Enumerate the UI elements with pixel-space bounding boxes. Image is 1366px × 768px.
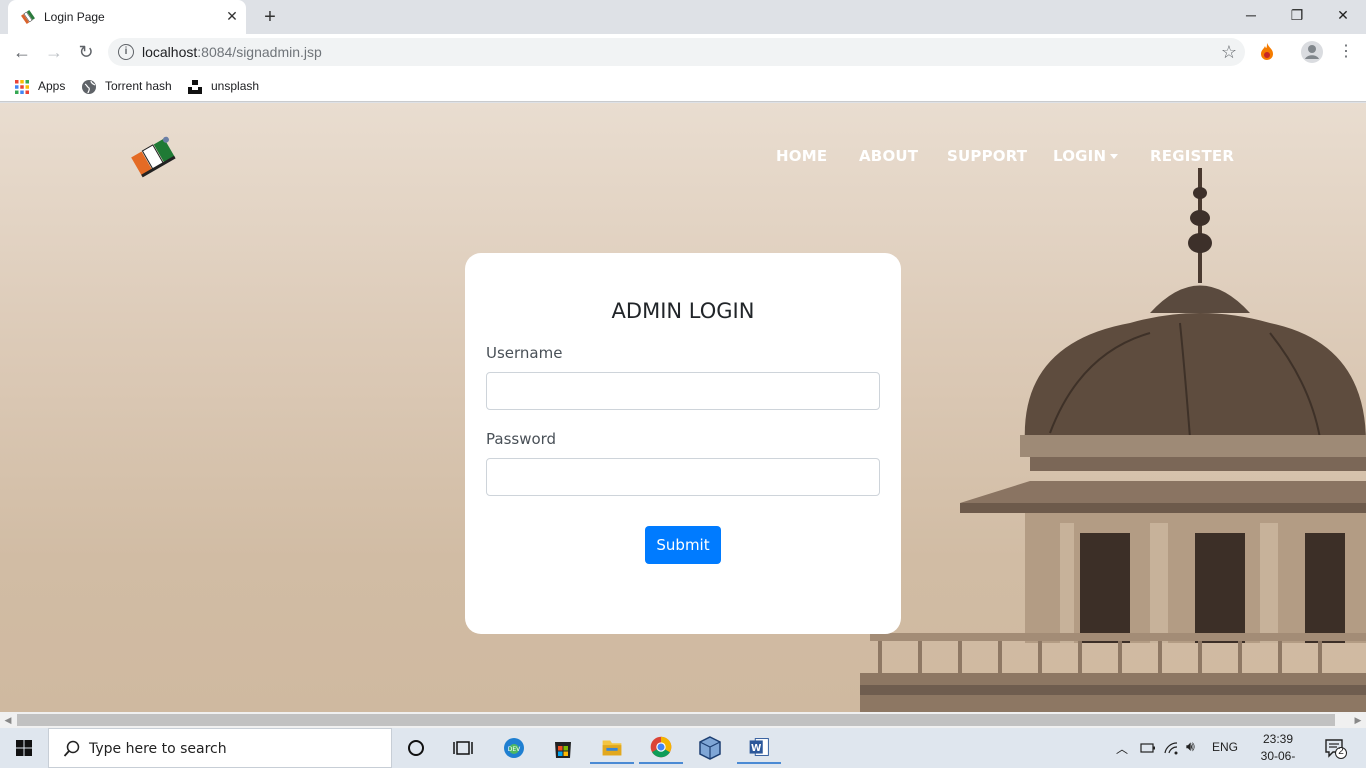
reload-icon[interactable]: ↻ <box>73 39 99 65</box>
caret-down-icon <box>1110 154 1119 159</box>
cortana-icon[interactable] <box>394 732 438 764</box>
bookmark-torrent-hash[interactable]: Torrent hash <box>81 77 172 95</box>
page-viewport: HOME ABOUT SUPPORT LOGIN REGISTER ADMIN … <box>0 103 1366 712</box>
word-icon[interactable]: W <box>737 732 781 764</box>
menu-kebab-icon[interactable]: ⋮ <box>1333 39 1359 65</box>
clock-time: 23:39 <box>1262 732 1294 746</box>
close-tab-icon[interactable]: ✕ <box>224 8 240 24</box>
password-label: Password <box>486 430 557 448</box>
search-icon <box>63 740 80 757</box>
password-input[interactable] <box>486 458 880 496</box>
horizontal-scrollbar[interactable]: ◀ ▶ <box>0 712 1366 728</box>
profile-avatar-icon[interactable] <box>1300 40 1324 64</box>
tab-strip: Login Page ✕ + ─ ❐ ✕ <box>0 0 1366 34</box>
admin-login-card: ADMIN LOGIN Username Password Submit <box>465 253 901 634</box>
restore-icon[interactable]: ❐ <box>1274 0 1320 30</box>
battery-icon[interactable] <box>1138 740 1156 756</box>
username-input[interactable] <box>486 372 880 410</box>
windows-start-icon[interactable] <box>0 728 48 768</box>
language-indicator[interactable]: ENG <box>1212 740 1238 754</box>
virtualbox-icon[interactable] <box>688 732 732 764</box>
site-logo-icon[interactable] <box>126 136 182 178</box>
browser-tab[interactable]: Login Page ✕ <box>8 0 246 34</box>
unsplash-icon <box>188 79 202 94</box>
wifi-icon[interactable] <box>1163 740 1181 756</box>
scroll-right-icon[interactable]: ▶ <box>1352 714 1364 726</box>
submit-button[interactable]: Submit <box>645 526 721 564</box>
taskbar-search[interactable]: Type here to search <box>48 728 392 768</box>
monument-background-image <box>860 168 1366 712</box>
bookmarks-bar: Apps Torrent hash unsplash <box>0 70 1366 102</box>
system-clock[interactable]: 23:39 30-06-2019 <box>1248 731 1308 768</box>
username-label: Username <box>486 344 563 362</box>
bookmark-star-icon[interactable]: ☆ <box>1221 42 1237 63</box>
new-tab-icon[interactable]: + <box>259 6 281 28</box>
extension-fire-icon[interactable] <box>1255 40 1279 64</box>
bookmark-unsplash[interactable]: unsplash <box>187 77 259 95</box>
url-host: localhost <box>142 44 198 60</box>
tray-expand-icon[interactable]: ︿ <box>1116 740 1128 757</box>
apps-grid-icon <box>15 79 29 94</box>
file-explorer-icon[interactable] <box>590 732 634 764</box>
bookmark-apps[interactable]: Apps <box>14 77 65 95</box>
task-view-icon[interactable] <box>441 732 485 764</box>
chrome-icon[interactable] <box>639 732 683 764</box>
svg-text:W: W <box>751 743 762 754</box>
notification-count: 2 <box>1338 746 1344 757</box>
close-window-icon[interactable]: ✕ <box>1320 0 1366 30</box>
tab-title: Login Page <box>44 10 105 24</box>
address-bar[interactable]: i localhost:8084/signadmin.jsp ☆ <box>108 38 1245 66</box>
forward-icon[interactable]: → <box>41 39 67 65</box>
bookmark-unsplash-label: unsplash <box>211 79 260 93</box>
nav-home[interactable]: HOME <box>776 147 827 165</box>
bookmark-apps-label: Apps <box>38 79 66 93</box>
svg-text:DEV: DEV <box>508 746 521 753</box>
form-title: ADMIN LOGIN <box>611 299 755 323</box>
action-center-icon[interactable]: 2 <box>1324 736 1348 760</box>
tab-favicon-icon <box>21 10 35 24</box>
url-text[interactable]: localhost:8084/signadmin.jsp <box>142 44 322 60</box>
back-icon[interactable]: ← <box>9 39 35 65</box>
minimize-icon[interactable]: ─ <box>1228 0 1274 30</box>
volume-icon[interactable]: 🔊︎ <box>1186 738 1195 755</box>
search-placeholder: Type here to search <box>89 741 227 757</box>
windows-taskbar: Type here to search DEV W ︿ 🔊︎ ENG 23:39… <box>0 728 1366 768</box>
edge-dev-icon[interactable]: DEV <box>492 732 536 764</box>
browser-toolbar: ← → ↻ i localhost:8084/signadmin.jsp ☆ ⋮ <box>0 34 1366 70</box>
info-icon[interactable]: i <box>118 44 134 60</box>
scroll-left-icon[interactable]: ◀ <box>2 714 14 726</box>
scrollbar-thumb[interactable] <box>17 714 1335 726</box>
clock-date: 30-06-2019 <box>1260 749 1296 768</box>
globe-icon <box>82 79 96 94</box>
bookmark-torrent-label: Torrent hash <box>105 79 172 93</box>
store-icon[interactable] <box>541 732 585 764</box>
url-path: :8084/signadmin.jsp <box>197 44 322 60</box>
